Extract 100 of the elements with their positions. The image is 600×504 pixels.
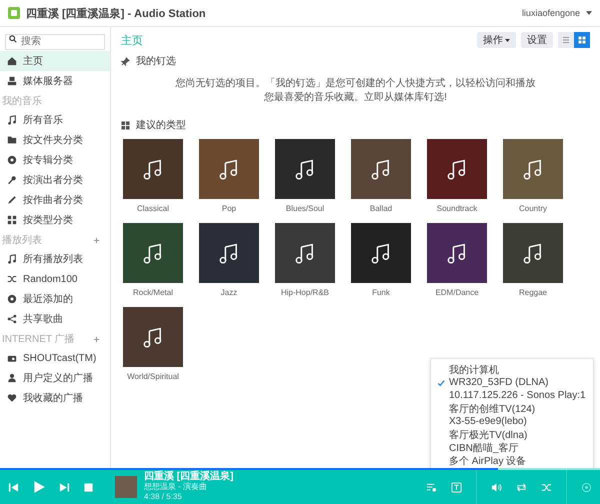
caret-icon[interactable] — [586, 11, 592, 15]
list-view-button[interactable] — [558, 32, 574, 48]
genre-label: Funk — [372, 288, 390, 297]
grid-view-button[interactable] — [574, 32, 590, 48]
genre-tile[interactable] — [199, 139, 259, 199]
sidebar-item[interactable]: 主页 — [0, 51, 110, 71]
sidebar-item[interactable]: Random100 — [0, 269, 110, 289]
shuffle-icon[interactable] — [541, 482, 552, 492]
genre-tile[interactable] — [427, 223, 487, 283]
sidebar-item[interactable]: 用户定义的广播 — [0, 368, 110, 388]
toolbar-button[interactable]: 设置 — [521, 32, 553, 48]
genre-tile[interactable] — [123, 223, 183, 283]
menu-item[interactable]: 多个 AirPlay 设备 — [431, 454, 593, 467]
window-title: 四重溪 [四重溪温泉] - Audio Station — [26, 6, 206, 20]
search-field[interactable]: 搜索 — [5, 34, 105, 50]
sidebar-item[interactable]: SHOUTcast(TM) — [0, 348, 110, 368]
genre-tile[interactable] — [275, 139, 335, 199]
toolbar-button[interactable]: 操作 — [477, 32, 516, 48]
genre-label: Reggae — [518, 288, 548, 297]
heart-icon — [7, 393, 17, 403]
sidebar-item[interactable]: 所有音乐 — [0, 110, 110, 130]
menu-item[interactable]: 10.117.125.226 - Sonos Play:1 — [431, 389, 593, 402]
section-heading: 建议的类型 — [136, 118, 186, 132]
section-heading: INTERNET 广播 — [2, 332, 75, 346]
genre-tile[interactable] — [275, 223, 335, 283]
genre-tile[interactable] — [503, 223, 563, 283]
genre-label: Classical — [136, 204, 169, 213]
page-title: 主页 — [121, 34, 143, 48]
genre-tile[interactable] — [427, 139, 487, 199]
share-icon — [7, 314, 17, 324]
pin-icon — [121, 56, 130, 66]
genre-tile[interactable] — [351, 139, 411, 199]
genre-label: Soundtrack — [436, 204, 478, 213]
menu-item[interactable]: X3-55-e9e9(lebo) — [431, 415, 593, 428]
album-art-placeholder — [115, 476, 137, 498]
genre-label: EDM/Dance — [435, 288, 479, 297]
genre-label: Hip-Hop/R&B — [280, 288, 329, 297]
sidebar-item[interactable]: 按类型分类 — [0, 210, 110, 230]
genre-tile[interactable] — [123, 139, 183, 199]
stop-icon[interactable] — [83, 482, 94, 492]
repeat-icon[interactable] — [516, 482, 527, 492]
pen-icon — [7, 195, 17, 205]
genre-label: Pop — [222, 204, 236, 213]
genre-tile[interactable] — [503, 139, 563, 199]
sidebar-item[interactable]: 按文件夹分类 — [0, 130, 110, 150]
menu-item[interactable]: 我的计算机 — [431, 363, 593, 376]
grid-icon — [578, 36, 586, 44]
radio-icon — [7, 353, 17, 363]
queue-icon[interactable] — [426, 482, 437, 492]
grid-icon — [121, 120, 130, 130]
playlist-icon — [7, 254, 17, 264]
play-icon[interactable] — [32, 480, 46, 494]
plus-icon[interactable] — [93, 236, 100, 244]
menu-item[interactable]: CIBN酷喵_客厅 — [431, 441, 593, 454]
section-heading: 播放列表 — [2, 234, 42, 247]
sidebar-item[interactable]: 所有播放列表 — [0, 249, 110, 269]
menu-item[interactable]: 客厅的创维TV(124) — [431, 402, 593, 415]
sidebar-item[interactable]: 按作曲者分类 — [0, 190, 110, 210]
sidebar-item[interactable]: 共享歌曲 — [0, 309, 110, 329]
previous-icon[interactable] — [8, 482, 19, 492]
mic-icon — [7, 175, 17, 185]
genre-label: Ballad — [370, 204, 392, 213]
section-heading: 我的音乐 — [2, 94, 42, 108]
genre-label: Rock/Metal — [132, 288, 173, 297]
track-artist: 想想温泉 - 演奏曲 — [144, 482, 208, 492]
note-icon — [7, 115, 17, 125]
menu-item[interactable]: WR320_53FD (DLNA) — [431, 376, 593, 389]
disc-icon — [7, 294, 17, 304]
disc-icon — [7, 155, 17, 165]
server-icon — [7, 76, 17, 86]
user-menu[interactable]: liuxiaofengone — [522, 8, 580, 18]
search-icon — [9, 35, 17, 43]
plus-icon[interactable] — [93, 336, 100, 342]
genre-tile[interactable] — [199, 223, 259, 283]
genre-label: Country — [518, 204, 547, 213]
track-title: 四重溪 [四重溪温泉] — [144, 472, 234, 482]
shuffle-icon — [7, 274, 17, 284]
sidebar-item[interactable]: 按专辑分类 — [0, 150, 110, 170]
sidebar-item[interactable]: 按演出者分类 — [0, 170, 110, 190]
menu-item[interactable]: 客厅极光TV(dlna) — [431, 428, 593, 441]
section-heading: 我的钉选 — [136, 54, 176, 68]
track-time: 4:38 / 5:35 — [144, 492, 183, 502]
user-icon — [7, 373, 17, 383]
app-logo-icon — [8, 7, 20, 19]
sidebar-item[interactable]: 最近添加的 — [0, 289, 110, 309]
genre-tile[interactable] — [351, 223, 411, 283]
genre-label: Jazz — [220, 288, 238, 297]
list-icon — [562, 36, 570, 44]
volume-icon[interactable] — [491, 482, 502, 492]
genre-label: Blues/Soul — [286, 204, 324, 213]
grid-icon — [7, 215, 17, 225]
next-icon[interactable] — [59, 482, 70, 492]
home-icon — [7, 56, 17, 66]
sidebar-item[interactable]: 媒体服务器 — [0, 71, 110, 91]
folder-icon — [7, 135, 17, 145]
sidebar-item[interactable]: 我收藏的广播 — [0, 388, 110, 408]
lyrics-icon[interactable] — [451, 482, 462, 492]
empty-message: 您尚无钉选的项目。「我的钉选」是您可创建的个人快捷方式，以轻松访问和播放您最喜爱的音乐收藏。立即从媒体库钉选! — [176, 77, 536, 105]
genre-label: World/Spiritual — [127, 372, 179, 381]
genre-tile[interactable] — [123, 307, 183, 367]
